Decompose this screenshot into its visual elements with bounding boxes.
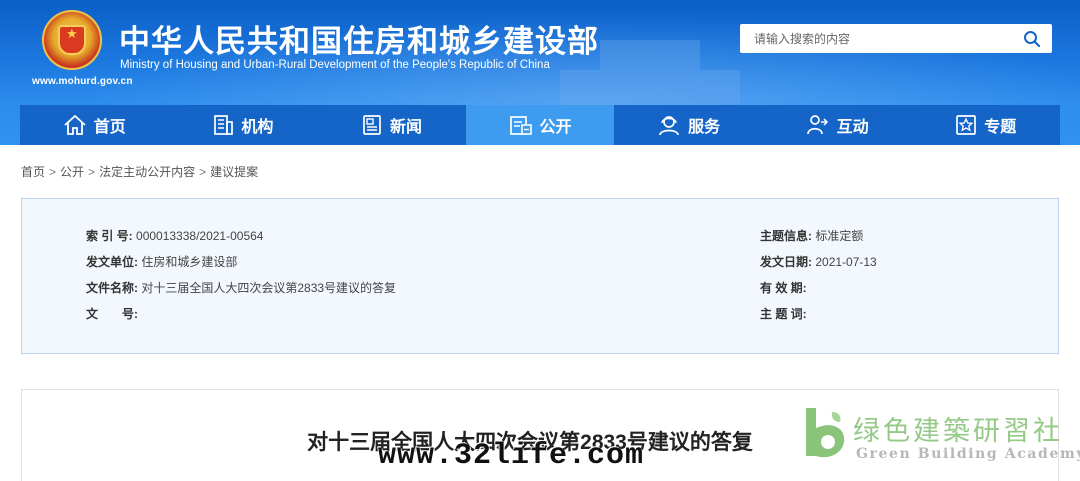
search-button[interactable] [1012,24,1052,53]
breadcrumb-item-home[interactable]: 首页 [21,165,45,179]
info-row-validity: 有 效 期: [760,279,810,296]
watermark-academy-en: Green Building Academy [856,446,1080,462]
national-emblem-icon: ★ [42,10,102,70]
service-icon [659,116,679,136]
info-value: 住房和城乡建设部 [141,255,238,269]
nav-item-public[interactable]: 公开 [465,105,615,145]
info-row-doc-number: 文 号: [86,305,141,322]
info-label: 有 效 期: [760,281,807,295]
info-label: 发文日期: [760,255,812,269]
info-label: 文件名称: [86,281,138,295]
breadcrumb-item-public[interactable]: 公开 [60,165,84,179]
info-label: 文 号: [86,307,138,321]
info-row-index: 索 引 号: 000013338/2021-00564 [86,227,263,244]
news-icon [363,115,381,135]
info-value: 2021-07-13 [815,255,877,269]
search-input[interactable] [740,24,1012,53]
emblem-star-icon: ★ [66,26,78,41]
nav-item-news[interactable]: 新闻 [317,105,466,145]
document-icon [509,116,532,135]
info-value: 标准定额 [815,229,864,243]
info-value: 对十三届全国人大四次会议第2833号建议的答复 [141,281,397,295]
info-row-date: 发文日期: 2021-07-13 [760,253,877,270]
nav-item-topic[interactable]: 专题 [911,105,1060,145]
breadcrumb-separator: > [199,165,207,179]
site-header: ★ www.mohurd.gov.cn 中华人民共和国住房和城乡建设部 Mini… [0,0,1080,145]
header-building-tower [600,40,700,70]
document-info-box: 索 引 号: 000013338/2021-00564 发文单位: 住房和城乡建… [21,198,1059,354]
nav-item-label: 新闻 [389,119,422,136]
main-nav: 首页 机构 新闻 公开 服务 互动 专题 [20,105,1060,145]
breadcrumb-separator: > [49,165,57,179]
header-building-silhouette [560,70,740,110]
watermark-academy-cn: 绿色建築研習社 [853,416,1063,447]
nav-item-label: 首页 [93,119,126,136]
breadcrumb: 首页 > 公开 > 法定主动公开内容 > 建议提案 [21,163,258,180]
nav-item-label: 专题 [984,119,1017,136]
info-row-topic: 主题信息: 标准定额 [760,227,863,244]
site-title: 中华人民共和国住房和城乡建设部 [119,24,599,59]
green-building-logo-icon [806,408,845,458]
nav-item-interaction[interactable]: 互动 [763,105,912,145]
search-icon [1024,30,1041,47]
info-label: 主题信息: [760,229,812,243]
nav-item-label: 互动 [836,119,869,136]
watermark-url: www.32life.com [378,439,645,473]
building-icon [214,115,234,135]
info-row-issuer: 发文单位: 住房和城乡建设部 [86,253,237,270]
nav-item-organization[interactable]: 机构 [169,105,318,145]
breadcrumb-item-statutory[interactable]: 法定主动公开内容 [99,165,195,179]
topic-icon [956,115,977,135]
nav-item-label: 服务 [688,119,721,136]
breadcrumb-separator: > [88,165,96,179]
home-icon [64,114,86,135]
nav-item-label: 公开 [539,119,572,136]
interaction-icon [806,115,828,135]
nav-item-service[interactable]: 服务 [614,105,763,145]
info-label: 发文单位: [86,255,138,269]
info-label: 主 题 词: [760,307,807,321]
info-row-keywords: 主 题 词: [760,305,810,322]
breadcrumb-item-proposals[interactable]: 建议提案 [210,165,258,179]
info-value: 000013338/2021-00564 [136,229,264,243]
info-row-doc-name: 文件名称: 对十三届全国人大四次会议第2833号建议的答复 [86,279,396,296]
page: ★ www.mohurd.gov.cn 中华人民共和国住房和城乡建设部 Mini… [0,0,1080,481]
nav-item-home[interactable]: 首页 [20,105,169,145]
info-label: 索 引 号: [86,229,133,243]
site-url[interactable]: www.mohurd.gov.cn [32,76,133,87]
site-subtitle: Ministry of Housing and Urban-Rural Deve… [120,59,550,71]
search-box [740,24,1052,53]
nav-item-label: 机构 [241,119,274,136]
